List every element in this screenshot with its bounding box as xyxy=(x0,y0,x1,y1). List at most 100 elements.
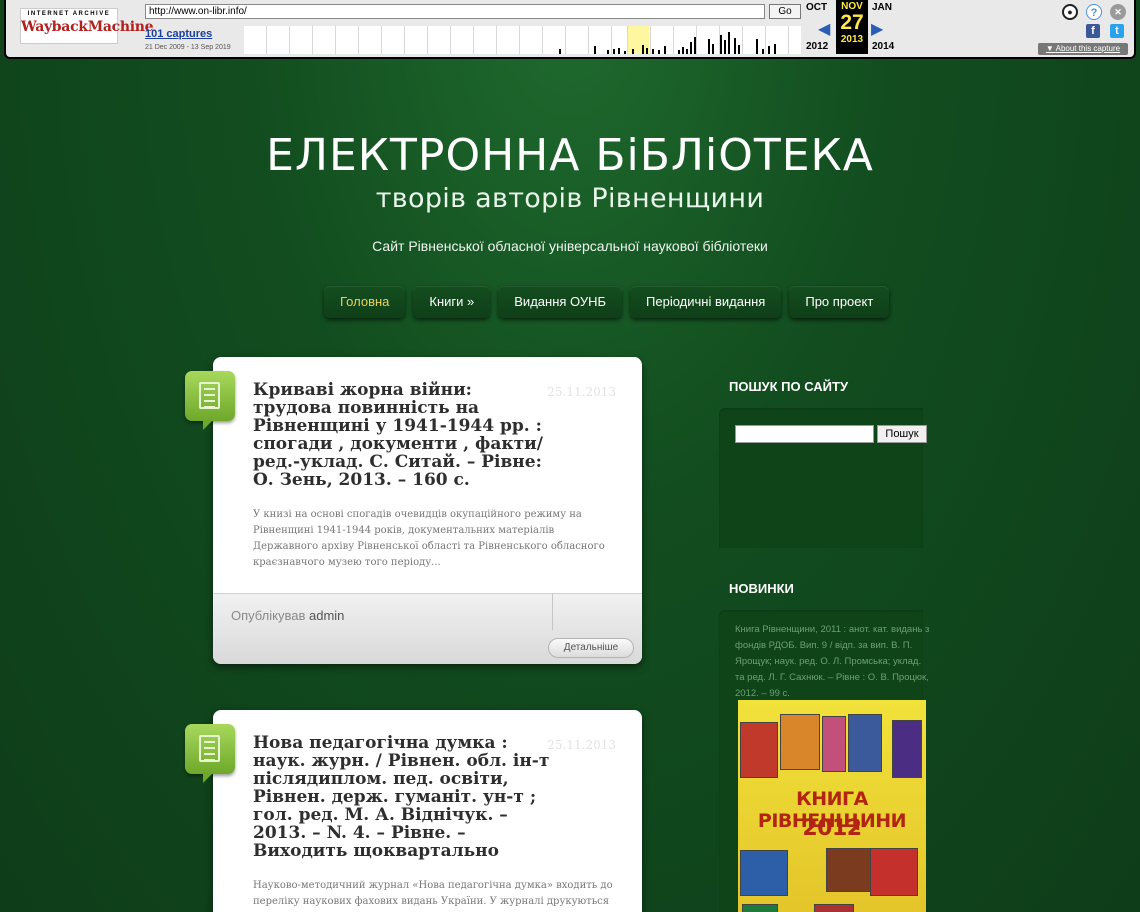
post-excerpt: Науково-методичний журнал «Нова педагогі… xyxy=(253,880,613,907)
wayback-cur-year: 2013 xyxy=(840,34,864,45)
sparkline-divider xyxy=(496,26,497,54)
wayback-current-date: NOV 27 2013 xyxy=(836,0,868,54)
sparkline-bar xyxy=(624,51,626,54)
sparkline-divider xyxy=(335,26,336,54)
wayback-next-month[interactable]: JAN xyxy=(872,2,892,13)
nav-item-publications[interactable]: Видання ОУНБ xyxy=(498,286,623,318)
sparkline-divider xyxy=(765,26,766,54)
sparkline-bar xyxy=(646,48,648,54)
sparkline-bar xyxy=(708,39,710,54)
sparkline-bar xyxy=(682,47,684,54)
sparkline-bar xyxy=(728,32,730,54)
sparkline-bar xyxy=(712,44,714,54)
account-icon[interactable]: ● xyxy=(1062,4,1078,20)
post-date: 25.11.2013 xyxy=(547,738,616,752)
wayback-next-year: 2014 xyxy=(872,41,895,52)
search-input[interactable] xyxy=(735,425,874,443)
author-prefix: Опублікував xyxy=(231,608,306,623)
site-title[interactable]: ЕЛЕКТРОННА БіБЛіОТЕКА xyxy=(0,130,1140,181)
sparkline-bar xyxy=(686,49,688,54)
site-subtitle: творів авторів Рівненщини xyxy=(375,183,765,214)
wayback-prev-month[interactable]: OCT xyxy=(806,2,827,13)
sparkline-divider xyxy=(588,26,589,54)
search-widget-title: ПОШУК ПО САЙТУ xyxy=(729,379,849,394)
sparkline-divider xyxy=(673,26,674,54)
twitter-icon[interactable]: t xyxy=(1110,24,1124,38)
help-icon[interactable]: ? xyxy=(1086,4,1102,20)
sparkline-divider xyxy=(565,26,566,54)
sparkline-divider xyxy=(427,26,428,54)
nav-item-books[interactable]: Книги » xyxy=(413,286,491,318)
wayback-toolbar: INTERNET ARCHIVE WaybackMachine http://w… xyxy=(4,0,1136,59)
cover-thumb xyxy=(780,714,820,770)
sparkline-bar xyxy=(724,40,726,54)
wayback-url-input[interactable]: http://www.on-libr.info/ xyxy=(145,4,765,19)
wayback-go-button[interactable]: Go xyxy=(769,4,801,19)
post-author: Опублікував admin xyxy=(231,608,344,623)
sparkline-divider xyxy=(450,26,451,54)
about-capture-label: About this capture xyxy=(1055,44,1121,53)
wayback-logo[interactable]: INTERNET ARCHIVE WaybackMachine xyxy=(20,8,154,44)
cover-thumb xyxy=(814,904,854,912)
facebook-icon[interactable]: f xyxy=(1086,24,1100,38)
cover-thumb xyxy=(848,714,882,772)
sparkline-divider xyxy=(742,26,743,54)
document-icon xyxy=(185,371,235,430)
sparkline-bar xyxy=(694,37,696,54)
sparkline-bar xyxy=(738,45,740,54)
nav-item-about[interactable]: Про проект xyxy=(789,286,890,318)
main-nav: Головна Книги » Видання ОУНБ Періодичні … xyxy=(324,286,890,318)
sparkline-divider xyxy=(696,26,697,54)
read-more-button[interactable]: Детальніше xyxy=(548,638,634,658)
sparkline-bar xyxy=(607,50,609,54)
cover-thumb xyxy=(740,722,778,778)
news-description[interactable]: Книга Рівненщини, 2011 : анот. кат. вида… xyxy=(735,622,930,702)
sparkline-divider xyxy=(358,26,359,54)
author-name[interactable]: admin xyxy=(309,608,344,623)
cover-thumb xyxy=(822,716,846,772)
sparkline-divider xyxy=(289,26,290,54)
wayback-captures-link[interactable]: 101 captures xyxy=(145,28,212,40)
nav-item-home[interactable]: Головна xyxy=(324,286,406,318)
search-button[interactable]: Пошук xyxy=(877,425,927,443)
post-footer: Опублікував admin Детальніше xyxy=(213,593,642,664)
sparkline-bar xyxy=(658,50,660,54)
sparkline-bar xyxy=(762,49,764,54)
about-capture-link[interactable]: ▼ About this capture xyxy=(1038,43,1128,55)
sparkline-bar xyxy=(632,49,634,54)
post-title[interactable]: Криваві жорна війни: трудова повинність … xyxy=(253,381,553,489)
book-cover-image[interactable]: КНИГА РІВНЕНЩИНИ 2012 xyxy=(738,700,926,912)
document-icon xyxy=(185,724,235,783)
post-title[interactable]: Нова педагогічна думка : наук. журн. / Р… xyxy=(253,734,553,860)
sparkline-divider xyxy=(519,26,520,54)
sparkline-divider xyxy=(542,26,543,54)
cover-year: 2012 xyxy=(802,816,862,841)
sparkline-divider xyxy=(266,26,267,54)
sparkline-bar xyxy=(756,39,758,54)
post-card: 25.11.2013 Нова педагогічна думка : наук… xyxy=(185,710,642,912)
close-icon[interactable]: ✕ xyxy=(1110,4,1126,20)
nav-item-periodicals[interactable]: Періодичні видання xyxy=(630,286,782,318)
sparkline-divider xyxy=(627,26,628,54)
wayback-cur-day: 27 xyxy=(840,11,864,34)
sparkline-bar xyxy=(678,50,680,54)
sparkline-bar xyxy=(559,49,561,54)
cover-thumb xyxy=(892,720,922,778)
footer-divider xyxy=(552,594,553,630)
sparkline-bar xyxy=(618,48,620,54)
sparkline-divider xyxy=(381,26,382,54)
sparkline-bar xyxy=(690,42,692,54)
sparkline-bar xyxy=(652,49,654,54)
sparkline-bar xyxy=(720,35,722,54)
sparkline-bar xyxy=(613,49,615,54)
sparkline-bar xyxy=(774,44,776,54)
wayback-sparkline[interactable] xyxy=(244,26,801,54)
sparkline-bar xyxy=(768,46,770,54)
sparkline-bar xyxy=(642,45,644,54)
wayback-prev-arrow-icon[interactable]: ◀ xyxy=(818,19,830,39)
wayback-prev-year: 2012 xyxy=(806,41,829,52)
wayback-next-arrow-icon[interactable]: ▶ xyxy=(871,19,883,39)
sparkline-divider xyxy=(404,26,405,54)
sparkline-divider xyxy=(650,26,651,54)
post-card: 25.11.2013 Криваві жорна війни: трудова … xyxy=(185,357,642,664)
